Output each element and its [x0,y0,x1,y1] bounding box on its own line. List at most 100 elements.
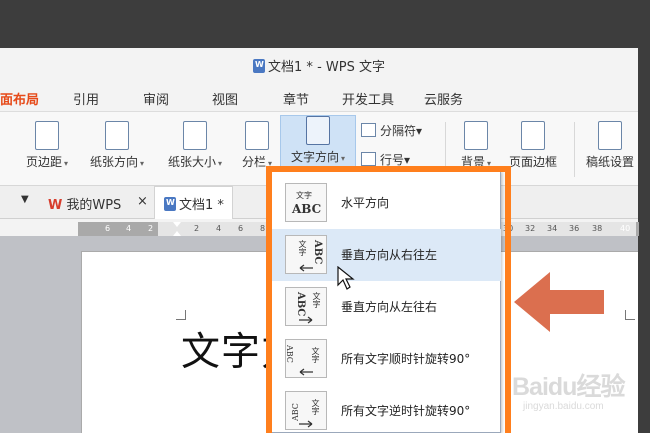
icon-chinese-text: 文字 [296,191,312,200]
icon-chinese-text: 文字 [311,347,320,363]
baidu-watermark: Baidu经验 jingyan.baidu.com [512,367,640,422]
separator-button[interactable]: 分隔符▾ [361,122,422,139]
ruler-tick: 4 [126,224,132,233]
menu-view[interactable]: 视图 [212,89,238,108]
text-direction-label: 文字方向 [290,150,339,164]
line-number-label: 行号 [380,153,405,167]
paper-direction-dropdown-caret: ▾ [140,159,145,168]
ruler-tick: 34 [547,224,558,233]
menu-review[interactable]: 审阅 [143,89,169,108]
separator-icon [361,123,376,137]
line-number-icon [361,152,376,166]
page-margin-label: 页边距 [25,155,62,169]
window-title: 文档1 * - WPS 文字 [0,56,638,75]
icon-chinese-text: 文字 [312,292,321,308]
page-margin-button[interactable]: 页边距 ▾ [18,121,76,179]
paper-size-dropdown-caret: ▾ [218,159,223,168]
rotate-counterclockwise-text-icon: ABC 文字 [285,391,327,430]
text-direction-vertical-left-to-right-label: 垂直方向从左往右 [341,300,438,314]
draft-settings-button[interactable]: 稿纸设置 [582,121,638,179]
crop-mark [176,310,186,320]
draft-settings-icon [598,121,622,150]
menu-developer-tools[interactable]: 开发工具 [342,89,394,108]
text-direction-vertical-left-to-right-item[interactable]: ABC 文字 垂直方向从左往右 [272,281,501,333]
columns-label: 分栏 [241,155,266,169]
icon-chinese-text: 文字 [311,399,320,415]
rotate-text-counterclockwise-label: 所有文字逆时针旋转90° [341,404,471,418]
ruler-tick: 2 [194,224,200,233]
icon-latin-text: ABC [295,292,306,317]
draft-settings-label: 稿纸设置 [585,155,634,169]
ruler-tick: 6 [105,224,111,233]
columns-dropdown-caret: ▾ [268,159,273,168]
rotate-text-clockwise-item[interactable]: ABC 文字 所有文字顺时针旋转90° [272,333,501,385]
tab-list-chevron-down-icon[interactable]: ▼ [21,194,29,205]
left-pointing-arrow-icon [514,272,604,332]
icon-latin-text: ABC [285,345,294,363]
baidu-watermark-url-text: jingyan.baidu.com [523,401,604,412]
paper-size-button[interactable]: 纸张大小 ▾ [159,121,231,179]
paper-direction-icon [105,121,129,150]
tab-document-label: 文档1 * [179,198,224,213]
background-label: 背景 [460,155,485,169]
page-margin-dropdown-caret: ▾ [64,159,69,168]
menu-references[interactable]: 引用 [73,89,99,108]
icon-chinese-text: 文字 [298,240,307,256]
right-arrow-icon [299,420,313,428]
rotate-text-clockwise-label: 所有文字顺时针旋转90° [341,352,471,366]
text-direction-vertical-right-to-left-label: 垂直方向从右往左 [341,248,438,262]
separator-dropdown-caret: ▾ [416,124,423,138]
text-direction-horizontal-label: 水平方向 [341,196,390,210]
menu-section[interactable]: 章节 [283,89,309,108]
title-bar: 文档1 * - WPS 文字 [0,48,638,78]
text-direction-vertical-right-to-left-item[interactable]: 文字 ABC 垂直方向从右往左 [272,229,501,281]
rotate-text-counterclockwise-item[interactable]: ABC 文字 所有文字逆时针旋转90° [272,385,501,433]
page-border-icon [521,121,545,150]
document-icon [253,59,266,73]
page-border-button[interactable]: 页面边框 [502,121,564,179]
menu-cloud-service[interactable]: 云服务 [424,89,463,108]
tab-my-wps[interactable]: W 我的WPS [48,194,121,213]
columns-icon [245,121,269,150]
ruler-indent-marker-icon[interactable] [172,222,182,236]
vertical-right-to-left-icon: 文字 ABC [285,235,327,274]
ruler-tick: 36 [569,224,580,233]
document-icon [164,197,176,211]
text-direction-icon [306,116,330,145]
tab-document-1[interactable]: 文档1 * [154,186,233,219]
crop-mark [625,310,635,320]
paper-direction-button[interactable]: 纸张方向 ▾ [83,121,151,179]
background-icon [464,121,488,150]
wps-logo-icon: W [48,198,63,213]
text-direction-horizontal-item[interactable]: 文字 ABC 水平方向 [272,177,501,229]
mouse-pointer-icon [337,266,355,290]
ruler-tick: 2 [148,224,154,233]
menu-page-layout[interactable]: 面布局 [0,89,39,108]
paper-size-icon [183,121,207,150]
page-border-label: 页面边框 [508,155,557,169]
page-margin-icon [35,121,59,150]
left-arrow-icon [299,368,313,376]
paper-size-label: 纸张大小 [167,155,216,169]
left-arrow-icon [299,264,313,272]
ruler-tick: 30 [503,224,514,233]
ruler-tick: 32 [525,224,536,233]
ribbon-divider [574,122,575,177]
line-number-button[interactable]: 行号▾ [361,151,410,168]
window-title-text: 文档1 * - WPS 文字 [268,60,385,75]
ruler-tick: 6 [238,224,244,233]
vertical-left-to-right-icon: ABC 文字 [285,287,327,326]
horizontal-text-icon: 文字 ABC [285,183,327,222]
ribbon-divider [445,122,446,177]
baidu-watermark-main-text: Baidu经验 [512,373,625,401]
text-direction-dropdown-caret: ▾ [341,154,346,163]
ribbon-menu-bar: 面布局 引用 审阅 视图 章节 开发工具 云服务 [0,84,638,110]
paper-direction-label: 纸张方向 [89,155,138,169]
icon-latin-text: ABC [292,202,322,216]
screenshot-stage: 文档1 * - WPS 文字 面布局 引用 审阅 视图 章节 开发工具 云服务 … [0,0,650,433]
background-dropdown-caret: ▾ [487,159,492,168]
ruler-tick: 40 [620,224,631,233]
ruler-tick: 8 [260,224,266,233]
close-tab-button[interactable]: × [137,194,148,209]
ruler-tick: 38 [592,224,603,233]
